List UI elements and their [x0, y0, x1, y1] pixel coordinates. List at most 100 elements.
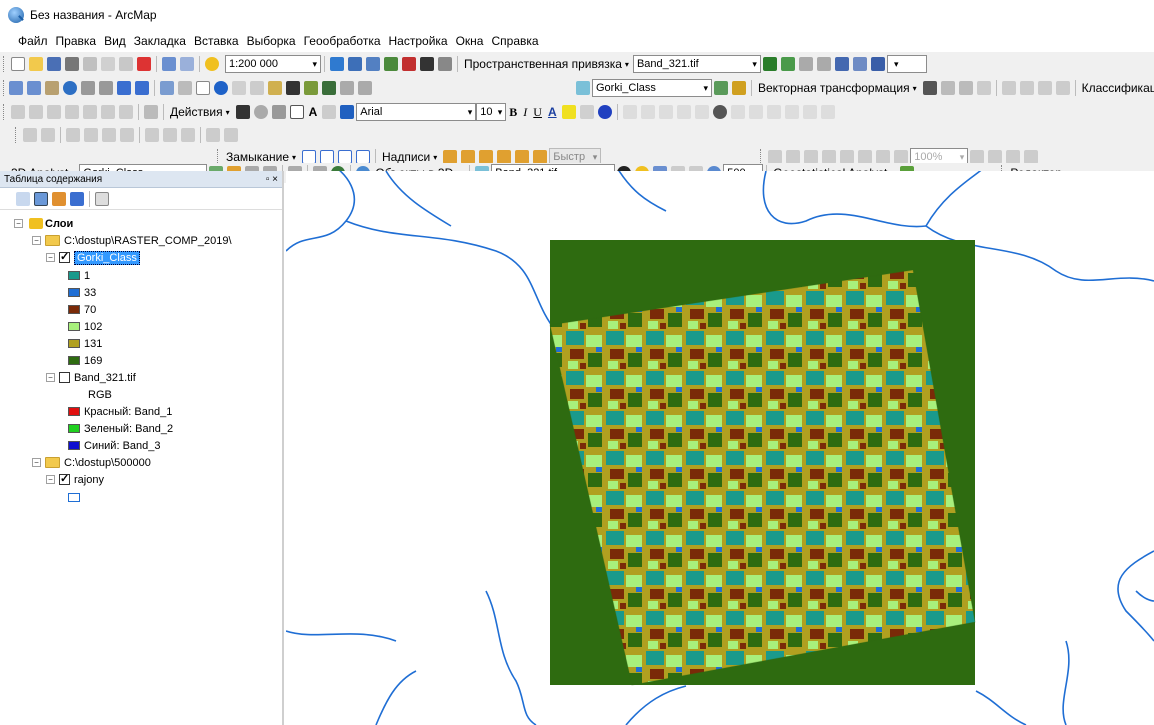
folder-row[interactable]: − C:\dostup\RASTER_COMP_2019\ — [32, 232, 232, 249]
georef-label[interactable]: Пространственная привязка — [464, 57, 622, 71]
vt-tool-7-icon[interactable] — [730, 105, 745, 119]
vt-tool-1-icon[interactable] — [622, 105, 637, 119]
add-control-points-icon[interactable] — [762, 57, 777, 71]
html-popup-icon[interactable] — [250, 81, 264, 95]
collapse-icon[interactable]: − — [32, 458, 41, 467]
layer-row-band-321[interactable]: − Band_321.tif — [46, 369, 136, 386]
layout-full-icon[interactable] — [822, 150, 837, 164]
vt-tool-4-icon[interactable] — [676, 105, 691, 119]
layer-visibility-checkbox[interactable] — [59, 250, 70, 263]
find-route-icon[interactable] — [304, 81, 318, 95]
extra-tool-5-icon[interactable] — [102, 128, 116, 142]
extra-tool-10-icon[interactable] — [206, 128, 220, 142]
search-window-icon[interactable] — [384, 57, 398, 71]
collapse-icon[interactable]: − — [32, 236, 41, 245]
toc-options-icon[interactable] — [95, 191, 109, 206]
print-icon[interactable] — [65, 57, 79, 71]
extra-tool-1-icon[interactable] — [23, 128, 37, 142]
histogram-icon[interactable] — [732, 81, 746, 95]
extra-tool-7-icon[interactable] — [145, 128, 159, 142]
swipe-icon[interactable] — [714, 81, 728, 95]
vt-tool-2-icon[interactable] — [640, 105, 655, 119]
layers-row[interactable]: − Слои — [14, 215, 73, 232]
vertex-snap-icon[interactable] — [338, 150, 353, 164]
labeling-label[interactable]: Надписи — [382, 150, 430, 164]
select-features-icon[interactable] — [160, 81, 174, 95]
vt-tool-11-icon[interactable] — [802, 105, 817, 119]
collapse-icon[interactable]: − — [46, 373, 55, 382]
vt-multi-link-icon[interactable] — [958, 81, 973, 95]
layer-name[interactable]: rajony — [74, 474, 104, 486]
cut-polygons-icon[interactable] — [47, 105, 61, 119]
split-icon[interactable] — [65, 105, 79, 119]
vt-tool-10-icon[interactable] — [784, 105, 799, 119]
focus-data-frame-icon[interactable] — [988, 150, 1003, 164]
font-color-icon[interactable]: A — [548, 105, 557, 119]
collapse-icon[interactable]: − — [46, 253, 55, 262]
back-icon[interactable] — [117, 81, 131, 95]
menu-view[interactable]: Вид — [100, 34, 130, 48]
rotate-element-icon[interactable] — [253, 105, 268, 119]
vt-table-3-icon[interactable] — [1037, 81, 1052, 95]
select-element-icon[interactable] — [235, 105, 250, 119]
vt-tool-6-icon[interactable] — [712, 105, 727, 119]
toggle-draft-icon[interactable] — [970, 150, 985, 164]
select-elements-icon[interactable] — [196, 81, 210, 95]
menu-file[interactable]: Файл — [14, 34, 52, 48]
marker-color-icon[interactable] — [597, 105, 612, 119]
vt-tool-12-icon[interactable] — [820, 105, 835, 119]
vt-tool-3-icon[interactable] — [658, 105, 673, 119]
menu-selection[interactable]: Выборка — [243, 34, 300, 48]
layout-zoom-in-icon[interactable] — [768, 150, 783, 164]
label-manager-icon[interactable] — [443, 150, 458, 164]
cut-icon[interactable] — [83, 57, 97, 71]
fill-color-icon[interactable] — [561, 105, 576, 119]
toc-icon[interactable] — [348, 57, 362, 71]
bold-button[interactable]: B — [509, 105, 517, 120]
find-icon[interactable] — [286, 81, 300, 95]
georef-tool-icon[interactable] — [780, 57, 795, 71]
goto-xy-icon[interactable] — [322, 81, 336, 95]
identify-icon[interactable] — [214, 81, 228, 95]
list-by-drawing-order-icon[interactable] — [16, 191, 30, 206]
font-dropdown[interactable]: Arial — [356, 103, 477, 121]
vt-link-icon[interactable] — [940, 81, 955, 95]
folder-row[interactable]: − C:\dostup\500000 — [32, 454, 151, 471]
map-svg[interactable] — [286, 171, 1154, 725]
link-table-icon[interactable] — [834, 57, 849, 71]
python-icon[interactable] — [420, 57, 434, 71]
list-by-selection-icon[interactable] — [70, 191, 84, 206]
catalog-icon[interactable] — [366, 57, 380, 71]
layout-back-icon[interactable] — [876, 150, 891, 164]
pan-icon[interactable] — [45, 81, 59, 95]
copy-icon[interactable] — [101, 57, 115, 71]
save-icon[interactable] — [47, 57, 61, 71]
text-tool-icon[interactable]: A — [309, 105, 318, 119]
italic-button[interactable]: I — [523, 105, 527, 120]
georef-tool-3-icon[interactable] — [816, 57, 831, 71]
toc-close-icon[interactable]: ▫ × — [266, 174, 278, 185]
arctoolbox-icon[interactable] — [402, 57, 416, 71]
forward-icon[interactable] — [135, 81, 149, 95]
menu-help[interactable]: Справка — [487, 34, 542, 48]
collapse-icon[interactable]: − — [14, 219, 23, 228]
georef-rotate-icon[interactable] — [870, 57, 885, 71]
pause-labeling-icon[interactable] — [515, 150, 530, 164]
layer-row-rajony[interactable]: − rajony — [46, 471, 104, 488]
extra-tool-4-icon[interactable] — [84, 128, 98, 142]
menu-bookmark[interactable]: Закладка — [130, 34, 190, 48]
data-driven-pages-icon[interactable] — [1024, 150, 1039, 164]
edit-vertices-icon[interactable] — [11, 105, 25, 119]
line-color-icon[interactable] — [579, 105, 594, 119]
layer-name[interactable]: Band_321.tif — [74, 372, 136, 384]
zoom-out-icon[interactable] — [27, 81, 41, 95]
measure-icon[interactable] — [268, 81, 282, 95]
layout-pan-icon[interactable] — [804, 150, 819, 164]
view-unplaced-icon[interactable] — [533, 150, 548, 164]
list-by-visibility-icon[interactable] — [52, 191, 66, 206]
layout-fixed-in-icon[interactable] — [840, 150, 855, 164]
lock-labels-icon[interactable] — [497, 150, 512, 164]
full-extent-icon[interactable] — [63, 81, 77, 95]
rectangle-icon[interactable] — [289, 105, 304, 119]
vector-transform-label[interactable]: Векторная трансформация — [758, 81, 910, 95]
